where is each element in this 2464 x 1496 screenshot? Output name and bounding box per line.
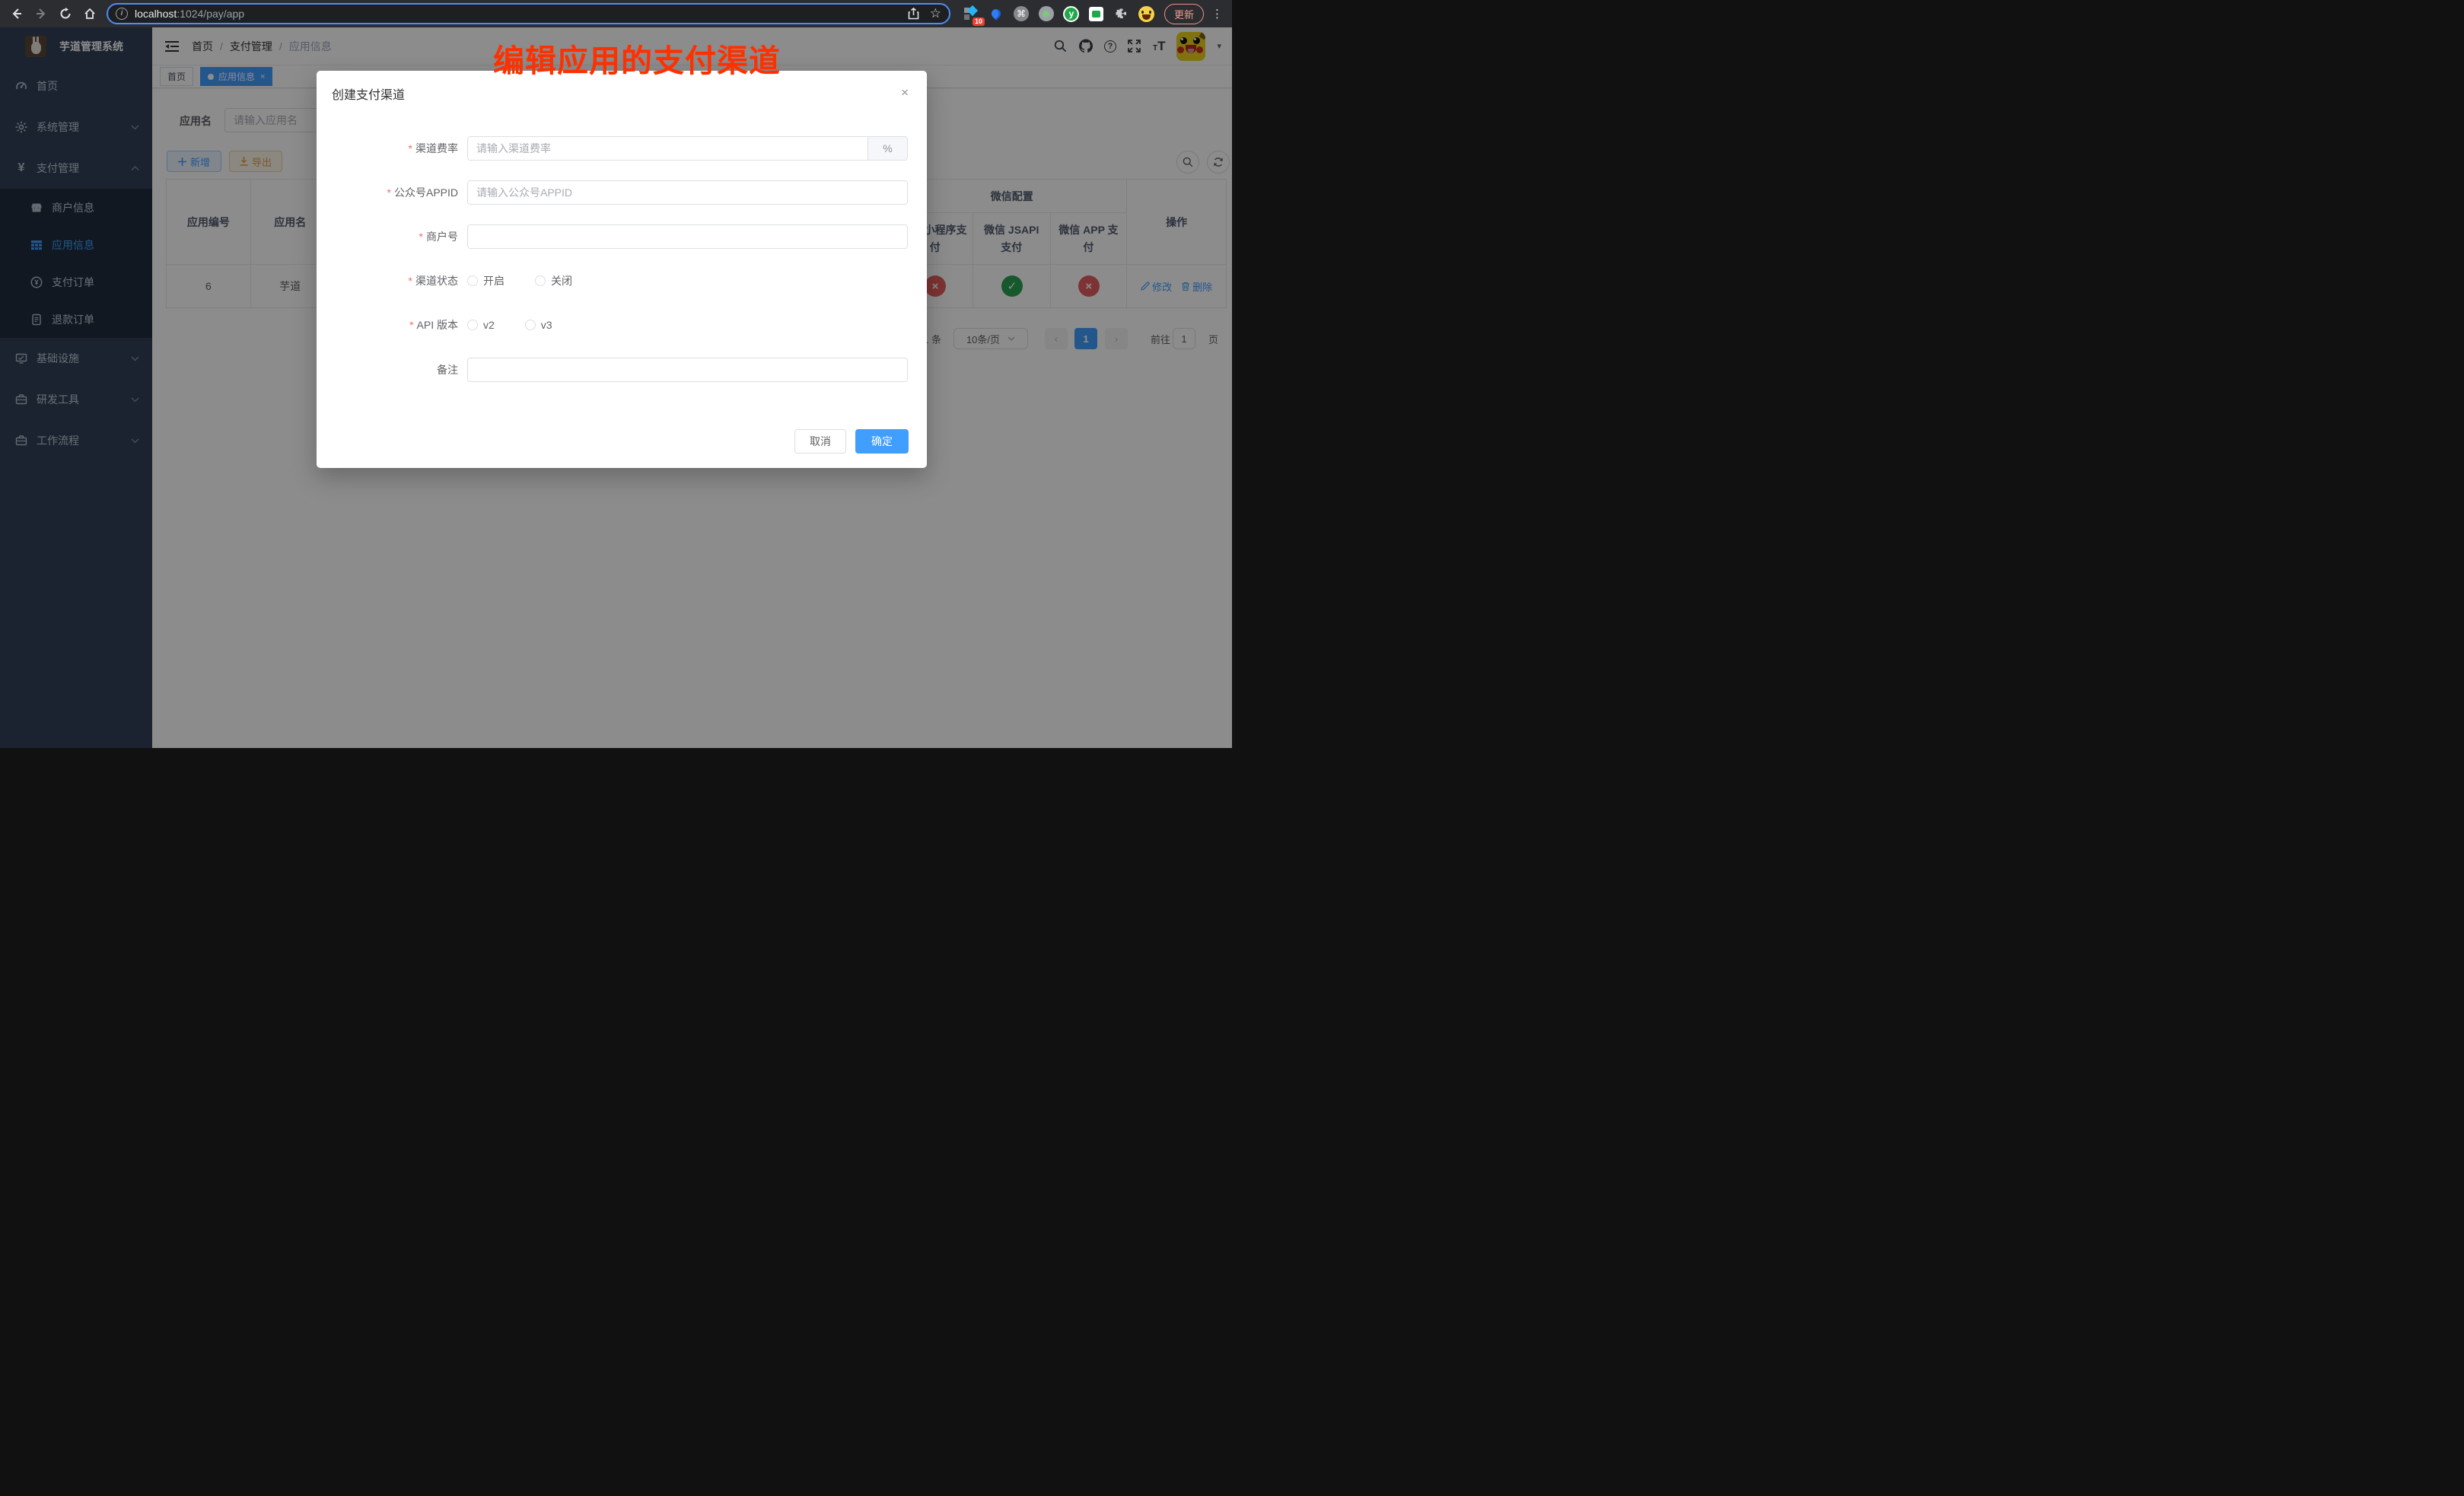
browser-back-icon[interactable]	[6, 3, 27, 24]
remark-input[interactable]	[468, 358, 907, 381]
browser-chrome: i localhost:1024/pay/app ☆ 10 ⌘ y	[0, 0, 1232, 27]
create-pay-channel-dialog: 创建支付渠道 × *渠道费率 % *公众号APPID *商户号 *渠道状态	[317, 71, 927, 468]
appid-input[interactable]	[468, 181, 907, 204]
extensions-puzzle-icon[interactable]	[1113, 5, 1130, 22]
field-label: *API 版本	[317, 317, 458, 333]
form-row-channel-status: *渠道状态 开启 关闭	[317, 269, 572, 293]
radio-circle-icon	[535, 275, 546, 286]
dialog-close-icon[interactable]: ×	[901, 86, 909, 99]
url-text: localhost:1024/pay/app	[135, 8, 908, 20]
extension-tabs-icon[interactable]: 10	[963, 5, 979, 22]
extension-command-icon[interactable]: ⌘	[1013, 5, 1030, 22]
radio-circle-icon	[467, 275, 478, 286]
field-label: *公众号APPID	[317, 185, 458, 200]
extension-badge: 10	[973, 18, 985, 26]
required-asterisk: *	[409, 142, 412, 154]
form-row-appid: *公众号APPID	[317, 180, 908, 205]
form-row-remark: 备注	[317, 358, 908, 382]
required-asterisk: *	[387, 186, 391, 199]
annotation-caption: 编辑应用的支付渠道	[493, 35, 781, 81]
radio-api-v3[interactable]: v3	[525, 319, 552, 331]
cancel-button[interactable]: 取消	[794, 429, 846, 454]
extension-y-icon[interactable]: y	[1063, 5, 1080, 22]
radio-api-v2[interactable]: v2	[467, 319, 495, 331]
radio-status-open[interactable]: 开启	[467, 273, 505, 288]
confirm-button[interactable]: 确定	[855, 429, 909, 454]
browser-reload-icon[interactable]	[55, 3, 76, 24]
browser-address-bar[interactable]: i localhost:1024/pay/app ☆	[107, 3, 950, 24]
browser-profile-avatar[interactable]	[1138, 5, 1155, 22]
radio-circle-icon	[525, 320, 536, 330]
field-label: *渠道状态	[317, 273, 458, 288]
bookmark-star-icon[interactable]: ☆	[930, 6, 941, 21]
app-viewport: 芋道管理系统 首页 系统管理 ¥ 支付管理	[0, 27, 1232, 748]
share-icon[interactable]	[908, 8, 919, 20]
form-row-api-version: *API 版本 v2 v3	[317, 313, 552, 337]
required-asterisk: *	[409, 319, 413, 331]
merchant-id-input[interactable]	[468, 225, 907, 248]
site-info-icon[interactable]: i	[116, 8, 128, 20]
required-asterisk: *	[409, 275, 412, 287]
field-label: *商户号	[317, 229, 458, 244]
browser-menu-icon[interactable]: ⋮	[1208, 7, 1226, 21]
radio-status-closed[interactable]: 关闭	[535, 273, 572, 288]
form-row-fee-rate: *渠道费率 %	[317, 136, 908, 161]
field-label: 备注	[317, 362, 458, 377]
browser-home-icon[interactable]	[79, 3, 100, 24]
browser-update-button[interactable]: 更新	[1164, 4, 1204, 24]
required-asterisk: *	[419, 231, 423, 243]
radio-circle-icon	[467, 320, 478, 330]
browser-forward-icon[interactable]	[30, 3, 52, 24]
extension-pin-icon[interactable]	[988, 5, 1004, 22]
browser-extensions-area: 10 ⌘ y	[958, 5, 1160, 22]
screen: i localhost:1024/pay/app ☆ 10 ⌘ y	[0, 0, 1232, 748]
field-label: *渠道费率	[317, 141, 458, 156]
extension-record-icon[interactable]	[1038, 5, 1055, 22]
fee-rate-input[interactable]	[468, 137, 867, 160]
form-row-merchant-id: *商户号	[317, 224, 908, 249]
percent-suffix: %	[867, 137, 907, 160]
extension-chat-icon[interactable]	[1088, 5, 1105, 22]
dialog-title: 创建支付渠道	[332, 84, 405, 103]
